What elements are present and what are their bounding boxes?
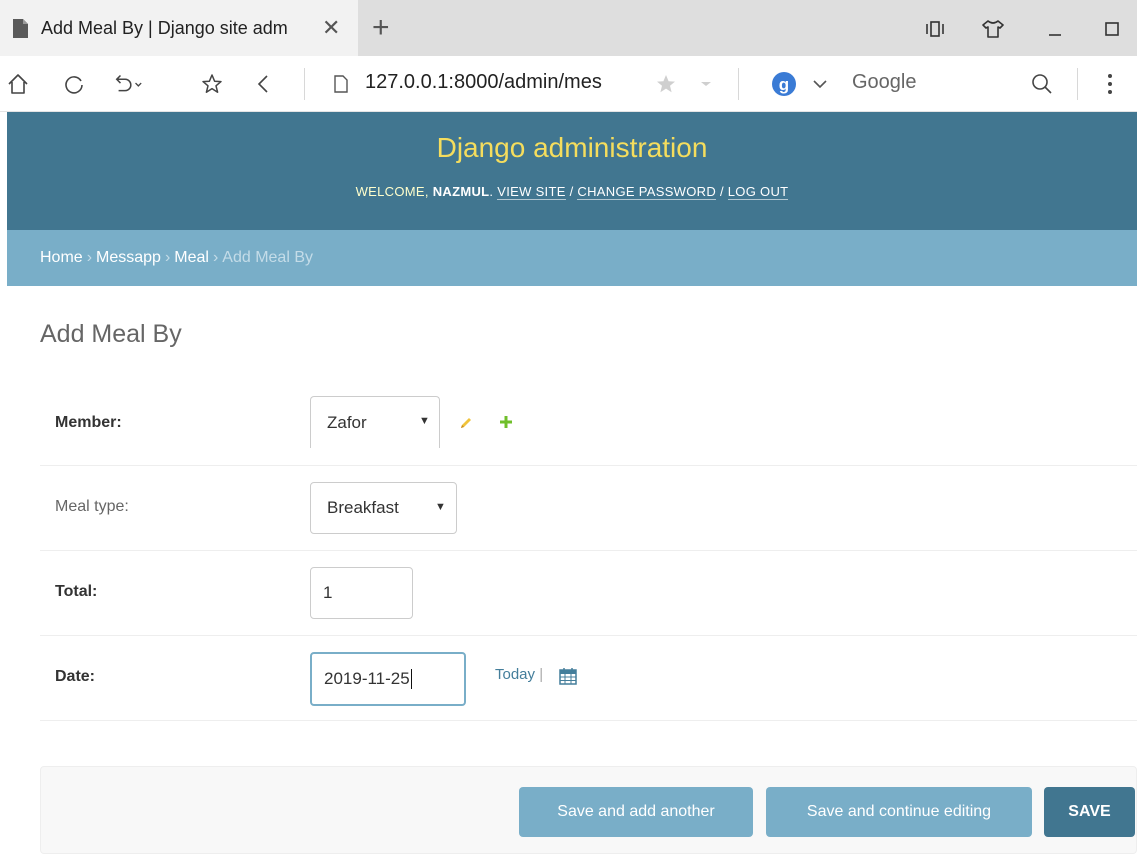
breadcrumb-model[interactable]: Meal [174, 249, 209, 267]
breadcrumb: Home › Messapp › Meal › Add Meal By [7, 230, 1137, 286]
breadcrumb-separator: › [86, 249, 93, 266]
date-shortcuts: Today | [495, 666, 543, 683]
submit-row: Save and add another Save and continue e… [40, 766, 1137, 854]
page-title: Add Meal By [40, 320, 182, 348]
form-row-date: Date: 2019-11-25 Today | [40, 636, 1137, 721]
search-icon[interactable] [1026, 68, 1058, 100]
breadcrumb-app[interactable]: Messapp [96, 249, 161, 267]
breadcrumb-separator: › [212, 249, 219, 266]
address-separator [738, 68, 739, 100]
meal-type-label: Meal type: [55, 498, 129, 515]
view-site-link[interactable]: View site [497, 184, 566, 200]
chevron-down-icon: ▼ [419, 415, 430, 427]
calendar-icon[interactable] [558, 666, 578, 691]
site-branding[interactable]: Django administration [7, 132, 1137, 164]
date-label: Date: [55, 668, 96, 685]
breadcrumb-home[interactable]: Home [40, 249, 83, 267]
form-row-member: Member: Zafor ▼ [40, 382, 1137, 466]
bookmark-star-icon[interactable] [196, 68, 228, 100]
reload-icon[interactable] [58, 68, 90, 100]
member-select-value: Zafor [327, 412, 367, 432]
address-separator [1077, 68, 1078, 100]
browser-tab-bar: Add Meal By | Django site adm ✕ + [0, 0, 1137, 56]
form-row-meal-type: Meal type: Breakfast ▼ [40, 466, 1137, 551]
date-input[interactable]: 2019-11-25 [310, 652, 466, 706]
save-and-add-another-button[interactable]: Save and add another [519, 787, 753, 837]
total-input[interactable]: 1 [310, 567, 413, 619]
new-tab-icon[interactable]: + [372, 10, 390, 46]
save-and-continue-button[interactable]: Save and continue editing [766, 787, 1032, 837]
breadcrumb-separator: › [164, 249, 171, 266]
maximize-icon[interactable] [1097, 14, 1127, 44]
text-caret [410, 669, 412, 689]
date-shortcut-separator: | [539, 666, 544, 683]
menu-icon[interactable] [1094, 68, 1126, 100]
meal-type-select[interactable]: Breakfast ▼ [310, 482, 457, 534]
tab-title: Add Meal By | Django site adm [41, 17, 288, 38]
total-label: Total: [55, 583, 98, 600]
favorite-star-icon[interactable] [650, 68, 682, 100]
welcome-text: Welcome, [355, 184, 429, 199]
svg-text:g: g [779, 75, 789, 94]
home-icon[interactable] [2, 68, 34, 100]
log-out-link[interactable]: Log out [727, 184, 789, 200]
close-tab-icon[interactable]: ✕ [322, 14, 340, 42]
page-icon [12, 18, 29, 39]
breadcrumb-current: Add Meal By [222, 249, 313, 266]
change-password-link[interactable]: Change password [577, 184, 717, 200]
page-info-icon[interactable] [325, 68, 357, 100]
minimize-icon[interactable] [1040, 14, 1070, 44]
date-input-value: 2019-11-25 [324, 669, 410, 688]
total-input-value: 1 [323, 583, 333, 602]
back-icon[interactable] [248, 68, 280, 100]
browser-tab[interactable]: Add Meal By | Django site adm ✕ [0, 0, 358, 56]
member-label: Member: [55, 414, 122, 431]
tab-preview-icon[interactable] [920, 14, 950, 44]
username: nazmul [432, 184, 490, 199]
address-separator [304, 68, 305, 100]
undo-close-tab-icon[interactable] [112, 68, 144, 100]
add-plus-icon[interactable] [498, 414, 514, 435]
admin-header: Django administration Welcome, nazmul. V… [7, 112, 1137, 230]
search-engine-dropdown-icon[interactable] [804, 68, 836, 100]
edit-pencil-icon[interactable] [458, 415, 474, 436]
member-select[interactable]: Zafor ▼ [310, 396, 440, 448]
favorite-dropdown-icon[interactable] [690, 68, 722, 100]
chevron-down-icon: ▼ [435, 501, 446, 513]
url-field[interactable]: 127.0.0.1:8000/admin/mes [365, 71, 615, 94]
today-link[interactable]: Today [495, 666, 535, 683]
form-row-total: Total: 1 [40, 551, 1137, 636]
address-bar: 127.0.0.1:8000/admin/mes g Google [0, 56, 1137, 112]
user-tools: Welcome, nazmul. View site / Change pass… [355, 184, 789, 200]
skin-icon[interactable] [978, 14, 1008, 44]
search-engine-icon[interactable]: g [768, 68, 800, 100]
search-input[interactable]: Google [852, 71, 917, 94]
save-button[interactable]: SAVE [1044, 787, 1135, 837]
meal-type-select-value: Breakfast [327, 498, 399, 517]
